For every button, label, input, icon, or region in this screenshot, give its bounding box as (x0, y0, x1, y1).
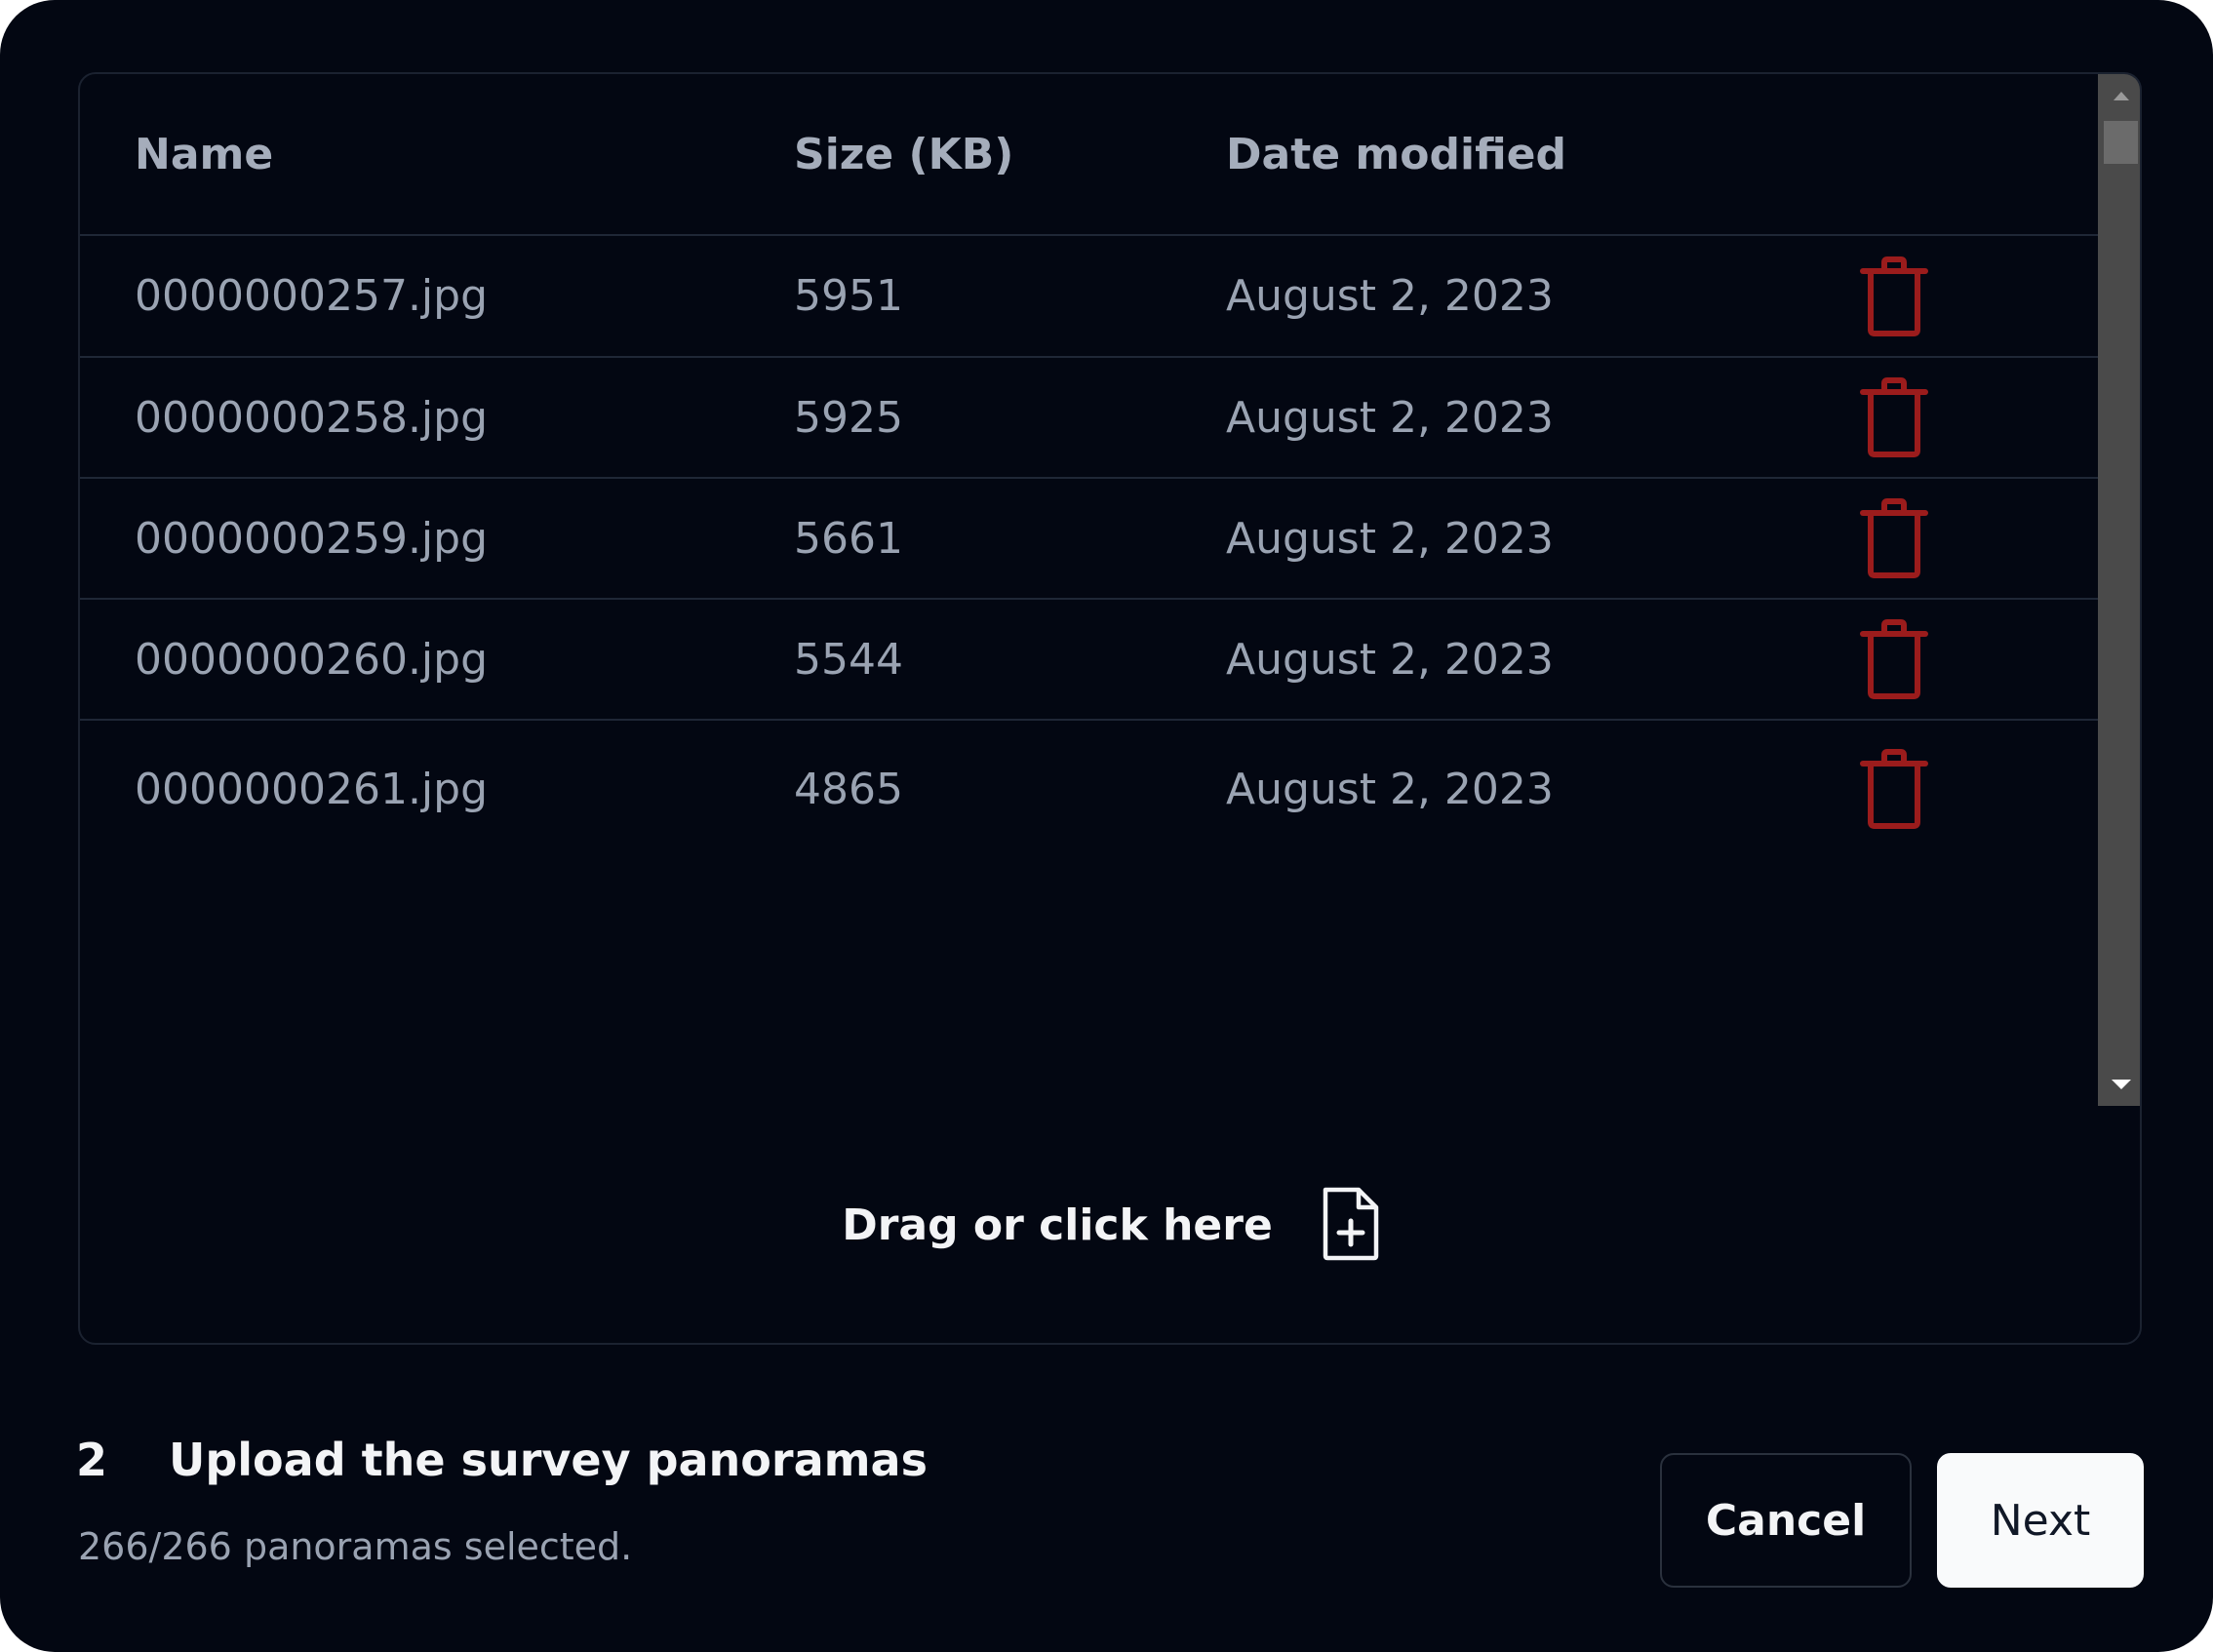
next-button[interactable]: Next (1937, 1453, 2144, 1588)
file-name-cell: 0000000257.jpg (135, 271, 489, 321)
trash-icon (1860, 619, 1928, 699)
file-name-cell: 0000000261.jpg (135, 764, 489, 814)
step-title: Upload the survey panoramas (169, 1434, 928, 1486)
scroll-thumb[interactable] (2104, 121, 2138, 164)
file-date-cell: August 2, 2023 (1226, 634, 1554, 685)
column-header-name: Name (135, 129, 274, 179)
table-header: Name Size (KB) Date modified (80, 74, 2098, 236)
file-name-cell: 0000000260.jpg (135, 634, 489, 685)
column-header-date: Date modified (1226, 129, 1567, 179)
table-row: 0000000260.jpg 5544 August 2, 2023 (80, 600, 2098, 721)
file-date-cell: August 2, 2023 (1226, 513, 1554, 564)
table-scrollbar[interactable] (2098, 74, 2140, 1106)
drag-or-click-area[interactable]: Drag or click here (80, 1106, 2140, 1343)
delete-file-button[interactable] (1847, 612, 1941, 706)
step-number: 2 (76, 1434, 108, 1486)
cancel-button[interactable]: Cancel (1660, 1453, 1912, 1588)
upload-dialog: Name Size (KB) Date modified 0000000257.… (0, 0, 2213, 1652)
delete-cell (1836, 236, 1953, 356)
delete-file-button[interactable] (1847, 492, 1941, 585)
file-name-cell: 0000000258.jpg (135, 392, 489, 443)
table-row: 0000000257.jpg 5951 August 2, 2023 (80, 236, 2098, 358)
file-dropzone: Name Size (KB) Date modified 0000000257.… (78, 72, 2142, 1345)
scroll-up-arrow-icon[interactable] (2098, 74, 2140, 117)
delete-cell (1836, 600, 1953, 719)
trash-icon (1860, 749, 1928, 829)
selection-status: 266/266 panoramas selected. (78, 1525, 633, 1568)
table-row: 0000000261.jpg 4865 August 2, 2023 (80, 721, 2098, 857)
file-date-cell: August 2, 2023 (1226, 271, 1554, 321)
trash-icon (1860, 498, 1928, 578)
file-table: Name Size (KB) Date modified 0000000257.… (80, 74, 2098, 1106)
delete-cell (1836, 479, 1953, 598)
trash-icon (1860, 256, 1928, 336)
table-row: 0000000259.jpg 5661 August 2, 2023 (80, 479, 2098, 600)
file-name-cell: 0000000259.jpg (135, 513, 489, 564)
file-size-cell: 4865 (794, 764, 903, 814)
table-row: 0000000258.jpg 5925 August 2, 2023 (80, 358, 2098, 479)
delete-file-button[interactable] (1847, 371, 1941, 464)
file-plus-icon (1320, 1186, 1382, 1266)
trash-icon (1860, 377, 1928, 457)
delete-cell (1836, 721, 1953, 857)
column-header-size: Size (KB) (794, 129, 1014, 179)
delete-file-button[interactable] (1847, 742, 1941, 836)
file-date-cell: August 2, 2023 (1226, 764, 1554, 814)
file-size-cell: 5661 (794, 513, 903, 564)
file-size-cell: 5544 (794, 634, 903, 685)
step-heading: 2 Upload the survey panoramas (76, 1434, 928, 1486)
file-date-cell: August 2, 2023 (1226, 392, 1554, 443)
file-size-cell: 5951 (794, 271, 903, 321)
drop-label: Drag or click here (842, 1200, 1273, 1250)
file-size-cell: 5925 (794, 392, 903, 443)
scroll-down-arrow-icon[interactable] (2098, 1063, 2140, 1106)
delete-cell (1836, 358, 1953, 477)
delete-file-button[interactable] (1847, 250, 1941, 343)
